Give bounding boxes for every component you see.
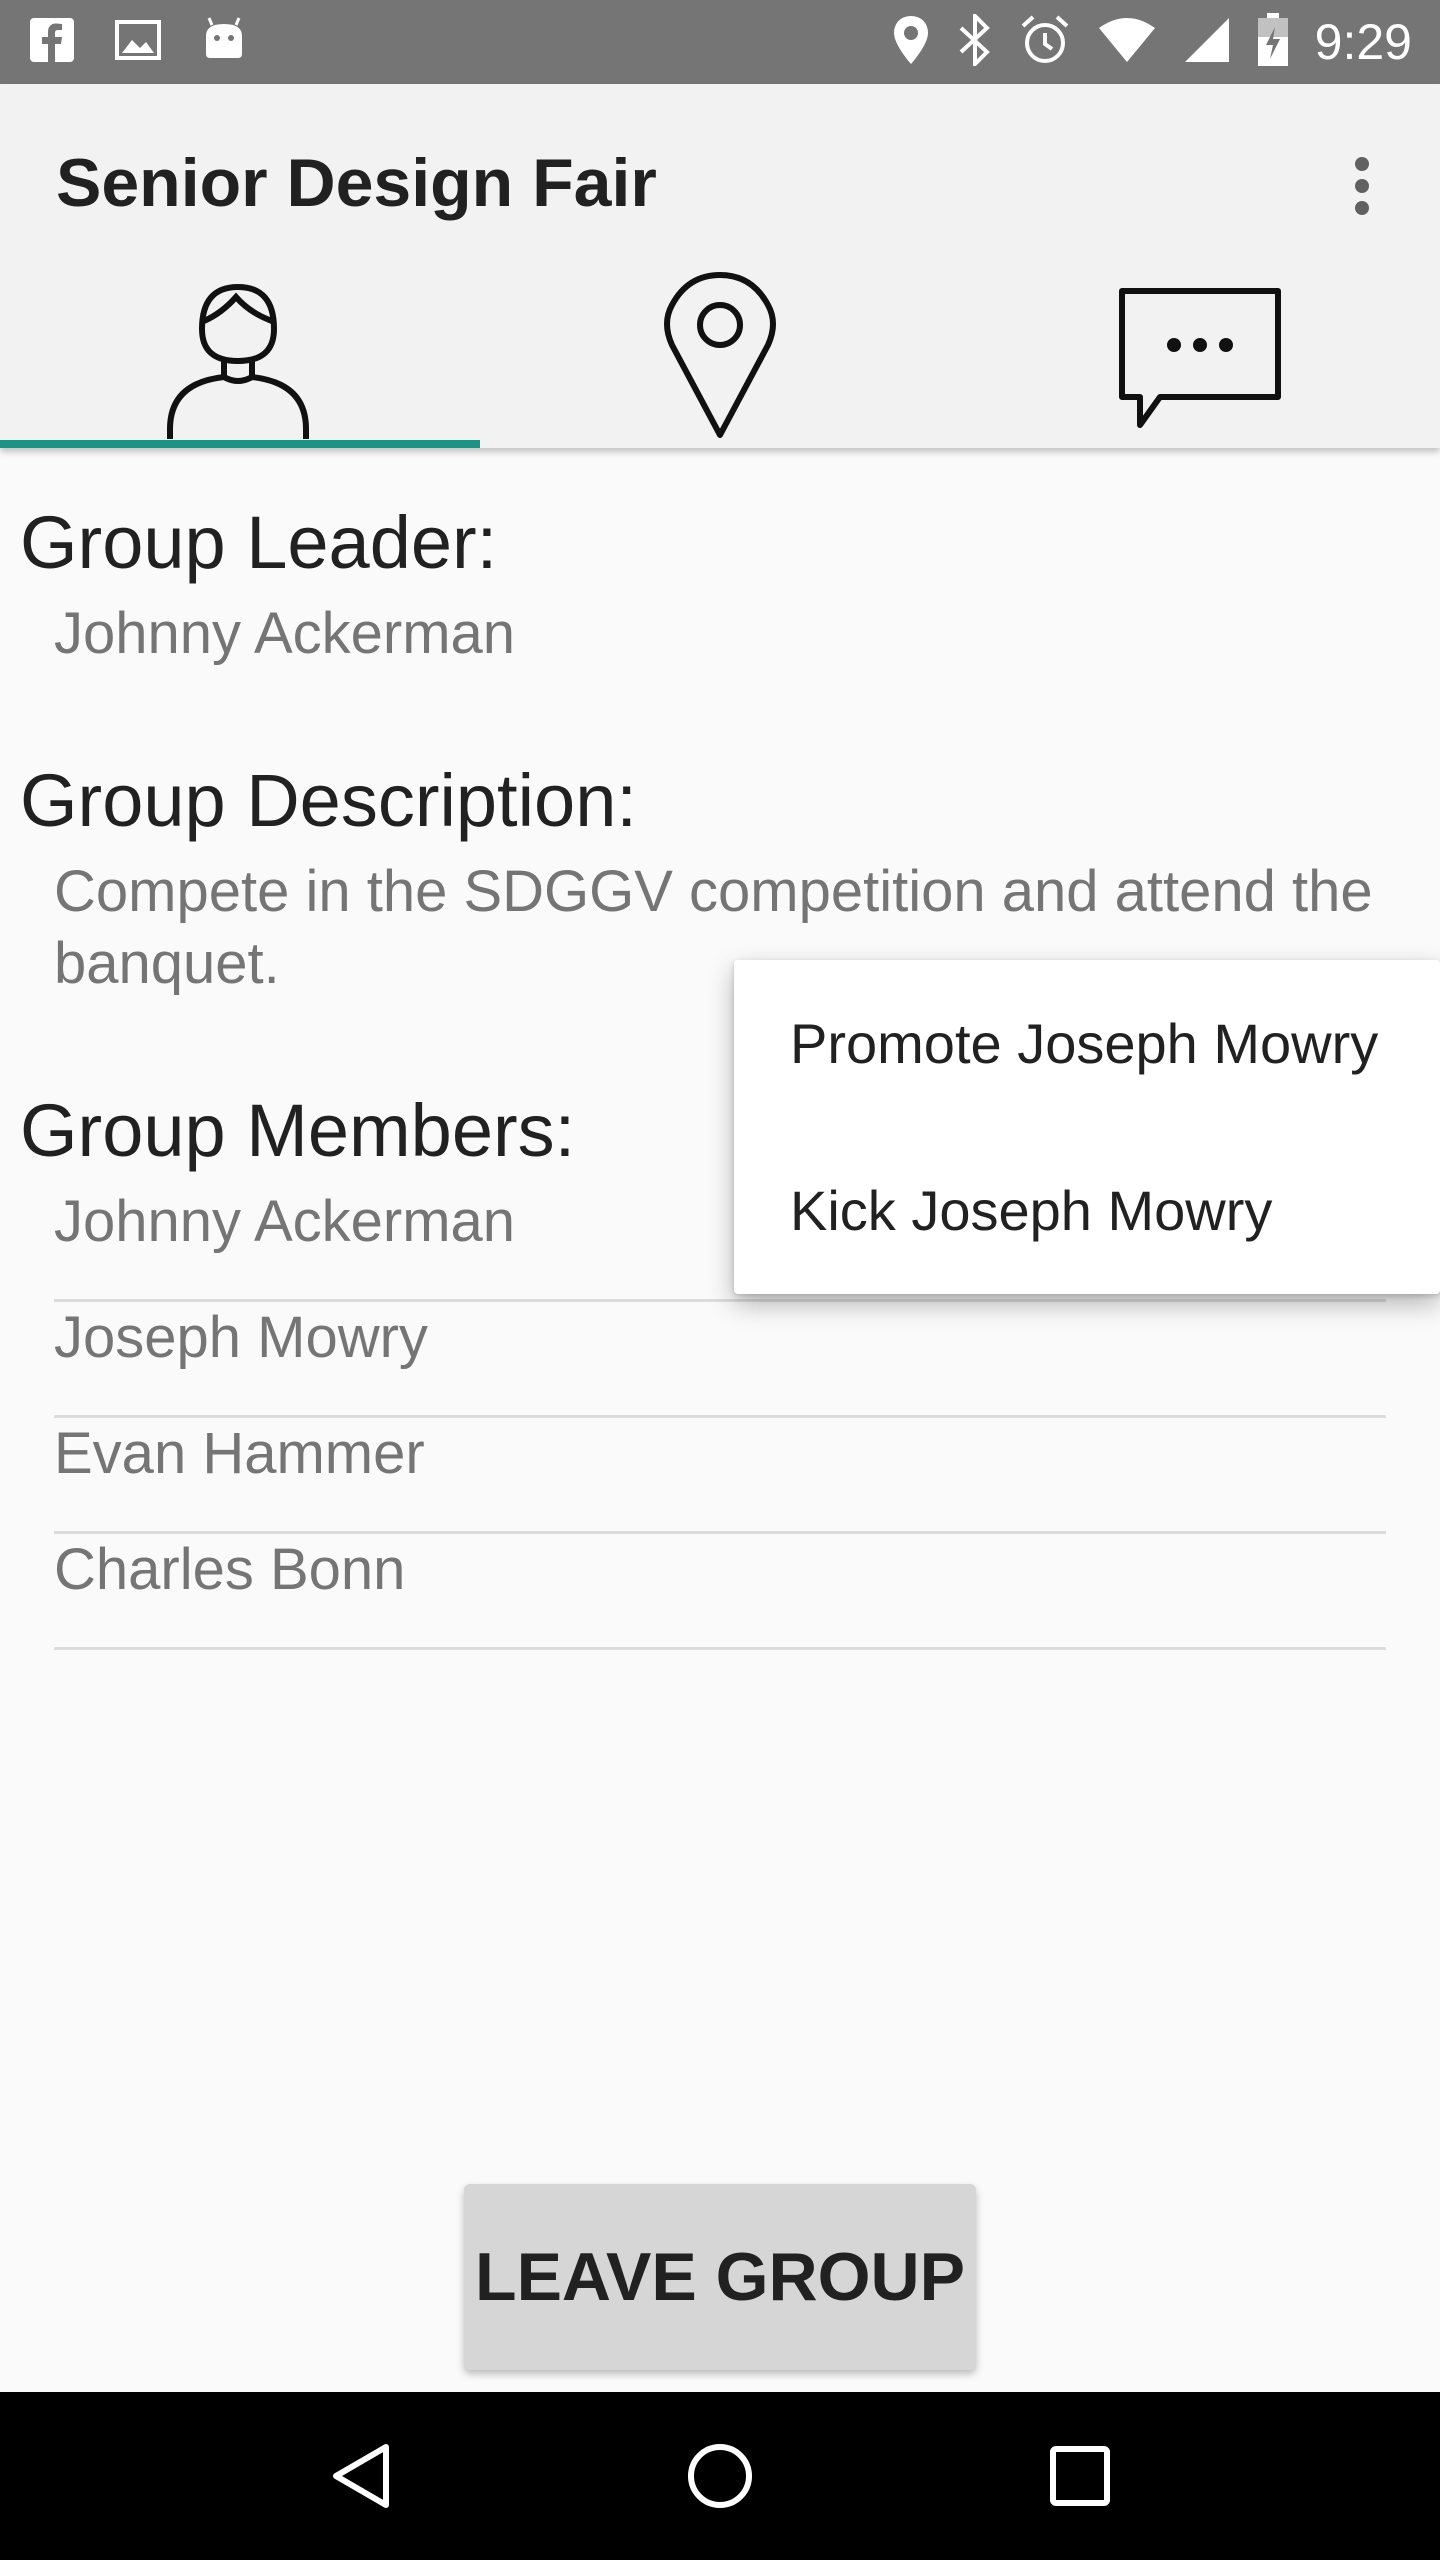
overflow-menu-button[interactable] — [1330, 144, 1394, 228]
home-icon — [688, 2444, 752, 2508]
group-leader-heading: Group Leader: — [20, 501, 498, 584]
tab-location[interactable] — [480, 260, 960, 448]
member-row[interactable]: Charles Bonn — [54, 1534, 1386, 1650]
home-button[interactable] — [660, 2416, 780, 2536]
group-members-heading: Group Members: — [20, 1089, 576, 1172]
tab-bar — [0, 260, 1440, 448]
app-bar: Senior Design Fair — [0, 84, 1440, 448]
status-time: 9:29 — [1314, 14, 1412, 70]
signal-icon — [1183, 16, 1231, 69]
battery-icon — [1257, 12, 1289, 72]
wifi-icon — [1097, 16, 1157, 69]
promote-member-item[interactable]: Promote Joseph Mowry — [734, 960, 1440, 1127]
kick-member-item[interactable]: Kick Joseph Mowry — [734, 1127, 1440, 1294]
member-popup-menu: Promote Joseph Mowry Kick Joseph Mowry — [734, 960, 1440, 1294]
alarm-icon — [1019, 14, 1071, 71]
location-pin-icon — [664, 272, 776, 438]
tab-profile[interactable] — [0, 260, 480, 448]
app-title: Senior Design Fair — [56, 145, 657, 221]
member-name: Evan Hammer — [54, 1421, 425, 1486]
back-button[interactable] — [300, 2416, 420, 2536]
member-name: Charles Bonn — [54, 1537, 406, 1602]
bluetooth-icon — [957, 10, 993, 71]
tab-selected-indicator — [0, 440, 480, 448]
member-name: Johnny Ackerman — [54, 1189, 516, 1254]
tab-chat[interactable] — [960, 260, 1440, 448]
member-row[interactable]: Evan Hammer — [54, 1418, 1386, 1534]
chat-icon — [1119, 288, 1281, 428]
notification-icons — [28, 16, 286, 69]
system-icons: 9:29 — [865, 10, 1412, 72]
person-icon — [167, 283, 309, 439]
image-icon — [114, 16, 162, 69]
back-icon — [333, 2444, 389, 2508]
facebook-icon — [28, 16, 76, 69]
recents-icon — [1050, 2446, 1110, 2506]
recents-button[interactable] — [1020, 2416, 1140, 2536]
screen: 9:29 Senior Design Fair Group Leader: Jo… — [0, 0, 1440, 2560]
more-vert-icon — [1355, 157, 1369, 215]
member-name: Joseph Mowry — [54, 1305, 428, 1370]
member-row[interactable]: Joseph Mowry — [54, 1302, 1386, 1418]
group-description-heading: Group Description: — [20, 759, 637, 842]
leave-group-button[interactable]: LEAVE GROUP — [464, 2184, 976, 2370]
android-icon — [200, 16, 248, 69]
status-bar: 9:29 — [0, 0, 1440, 84]
group-leader-name: Johnny Ackerman — [54, 601, 516, 666]
navigation-bar — [0, 2392, 1440, 2560]
location-icon — [891, 14, 931, 71]
